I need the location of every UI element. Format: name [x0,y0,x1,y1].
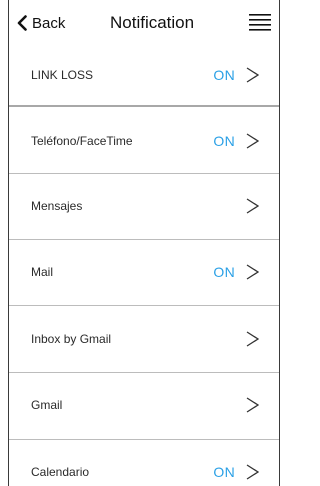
chevron-right-icon [246,264,259,280]
chevron-left-icon [17,15,27,31]
status-on: ON [213,264,235,280]
item-label: Gmail [31,398,63,412]
list-item-telefono-facetime[interactable]: Teléfono/FaceTime ON [9,109,279,173]
chevron-right-icon [246,198,259,214]
chevron-right-icon [246,133,259,149]
item-label: Calendario [31,465,90,479]
page-title: Notification [110,13,195,32]
item-label: Mail [31,265,54,279]
status-on: ON [213,67,235,83]
list-item-link-loss[interactable]: LINK LOSS ON [9,43,279,107]
list-item-calendario[interactable]: Calendario ON [9,440,279,486]
chevron-right-icon [246,397,259,413]
back-label: Back [32,14,66,32]
list-item-mail[interactable]: Mail ON [9,240,279,304]
section-divider [9,105,279,107]
chevron-right-icon [246,331,259,347]
hamburger-menu-icon [249,13,271,31]
chevron-right-icon [246,464,259,480]
list-item-mensajes[interactable]: Mensajes [9,174,279,238]
item-label: LINK LOSS [31,68,94,82]
status-on: ON [213,464,235,480]
nav-bar: Back Notification [9,0,279,45]
item-label: Mensajes [31,199,83,213]
row-divider [9,305,279,306]
status-on: ON [213,133,235,149]
menu-button[interactable] [249,13,271,31]
notification-screen: Back Notification LINK LOSS ON Teléfono/… [0,0,281,486]
back-button[interactable]: Back [17,11,65,35]
list-item-inbox-by-gmail[interactable]: Inbox by Gmail [9,307,279,371]
list-item-gmail[interactable]: Gmail [9,373,279,437]
item-label: Teléfono/FaceTime [31,134,133,148]
item-label: Inbox by Gmail [31,332,112,346]
chevron-right-icon [246,67,259,83]
